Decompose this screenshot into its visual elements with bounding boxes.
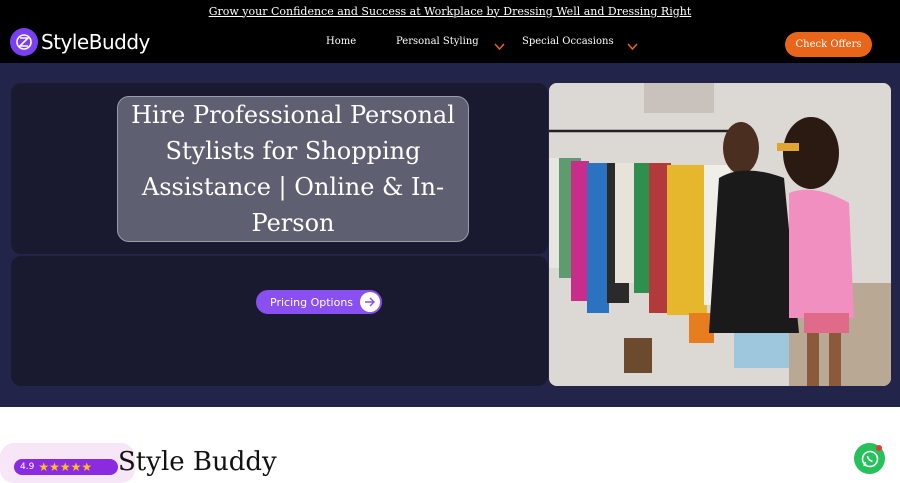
- nav-home[interactable]: Home: [326, 36, 356, 47]
- chevron-down-icon[interactable]: [627, 36, 638, 55]
- pricing-options-button[interactable]: Pricing Options: [256, 290, 382, 314]
- logo[interactable]: StyleBuddy: [10, 28, 150, 56]
- hero-cta-panel: [11, 256, 548, 386]
- chevron-down-icon[interactable]: [494, 36, 505, 55]
- announcement-link[interactable]: Grow your Confidence and Success at Work…: [209, 5, 692, 18]
- arrow-right-icon: [360, 292, 380, 312]
- main-navigation: StyleBuddy Home Personal Styling Special…: [0, 22, 900, 63]
- nav-special-occasions[interactable]: Special Occasions: [522, 36, 614, 47]
- pricing-options-label: Pricing Options: [270, 295, 354, 309]
- nav-personal-styling[interactable]: Personal Styling: [396, 36, 479, 47]
- section-title: Style Buddy: [118, 447, 277, 477]
- hero-image: [549, 83, 891, 386]
- stylebuddy-logo-icon: [10, 28, 38, 56]
- hero-title-box: Hire Professional Personal Stylists for …: [117, 96, 469, 242]
- notification-dot: [876, 445, 882, 451]
- rating-stars: ★★★★★: [38, 460, 93, 474]
- hero-title: Hire Professional Personal Stylists for …: [131, 101, 455, 237]
- announcement-bar: Grow your Confidence and Success at Work…: [0, 0, 900, 22]
- logo-text: StyleBuddy: [41, 30, 150, 54]
- whatsapp-icon: [861, 450, 878, 467]
- rating-badge: 4.9 ★★★★★: [14, 459, 118, 475]
- check-offers-button[interactable]: Check Offers: [785, 32, 872, 57]
